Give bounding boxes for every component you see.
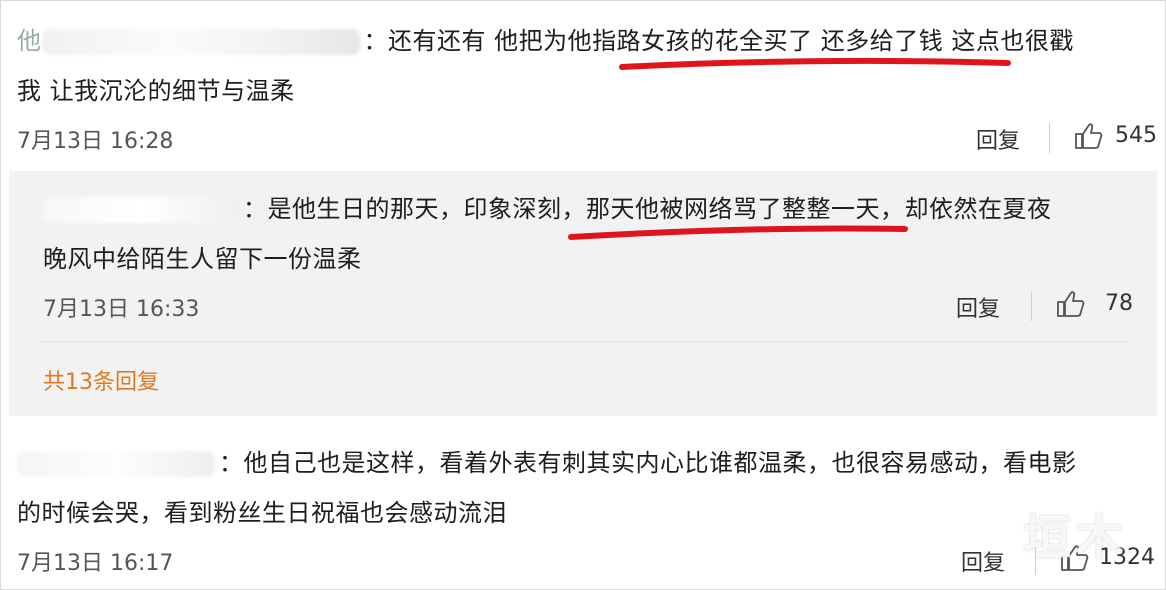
comment-1-username-blur	[41, 29, 360, 55]
comment-2-timestamp: 7月13日 16:33	[43, 297, 200, 322]
comment-1-timestamp: 7月13日 16:28	[17, 129, 174, 154]
highlight-underline-1	[619, 57, 1011, 70]
comment-1-like-icon[interactable]	[1073, 121, 1103, 151]
comment-2-reply-button[interactable]: 回复	[956, 291, 1000, 323]
comment-3-username-blur[interactable]	[17, 451, 215, 477]
comment-2-separator	[1031, 291, 1032, 321]
comment-1-line-2: 我 让我沉沦的细节与温柔	[17, 77, 295, 105]
comment-1-like-count: 545	[1115, 123, 1157, 148]
comment-2-username-blur[interactable]	[43, 197, 239, 223]
comment-3-reply-button[interactable]: 回复	[961, 545, 1005, 577]
highlight-underline-2	[568, 225, 908, 240]
comment-2-like-icon[interactable]	[1055, 289, 1085, 319]
comment-1-username[interactable]: 他	[17, 27, 42, 55]
reply-panel-divider	[39, 341, 1131, 342]
comment-1-separator	[1049, 123, 1050, 153]
comment-3-line-2: 的时候会哭，看到粉丝生日祝福也会感动流泪	[17, 499, 507, 527]
comment-1-text: ：还有还有 他把为他指路女孩的花全买了 还多给了钱 这点也很戳	[363, 27, 1074, 55]
comment-1-reply-button[interactable]: 回复	[976, 123, 1020, 155]
comment-list: 他 ：还有还有 他把为他指路女孩的花全买了 还多给了钱 这点也很戳 我 让我沉沦的…	[0, 0, 1166, 590]
comment-3-timestamp: 7月13日 16:17	[17, 551, 174, 576]
comment-2-line-2: 晚风中给陌生人留下一份温柔	[43, 245, 362, 273]
more-replies-link[interactable]: 共13条回复	[43, 364, 159, 396]
watermark: 垣木	[1022, 510, 1127, 566]
comment-3-line-1: ：他自己也是这样，看着外表有刺其实内心比谁都温柔，也很容易感动，看电影	[17, 437, 1077, 489]
comment-2-like-count: 78	[1105, 291, 1133, 316]
comment-3-text: ：他自己也是这样，看着外表有刺其实内心比谁都温柔，也很容易感动，看电影	[219, 449, 1077, 477]
